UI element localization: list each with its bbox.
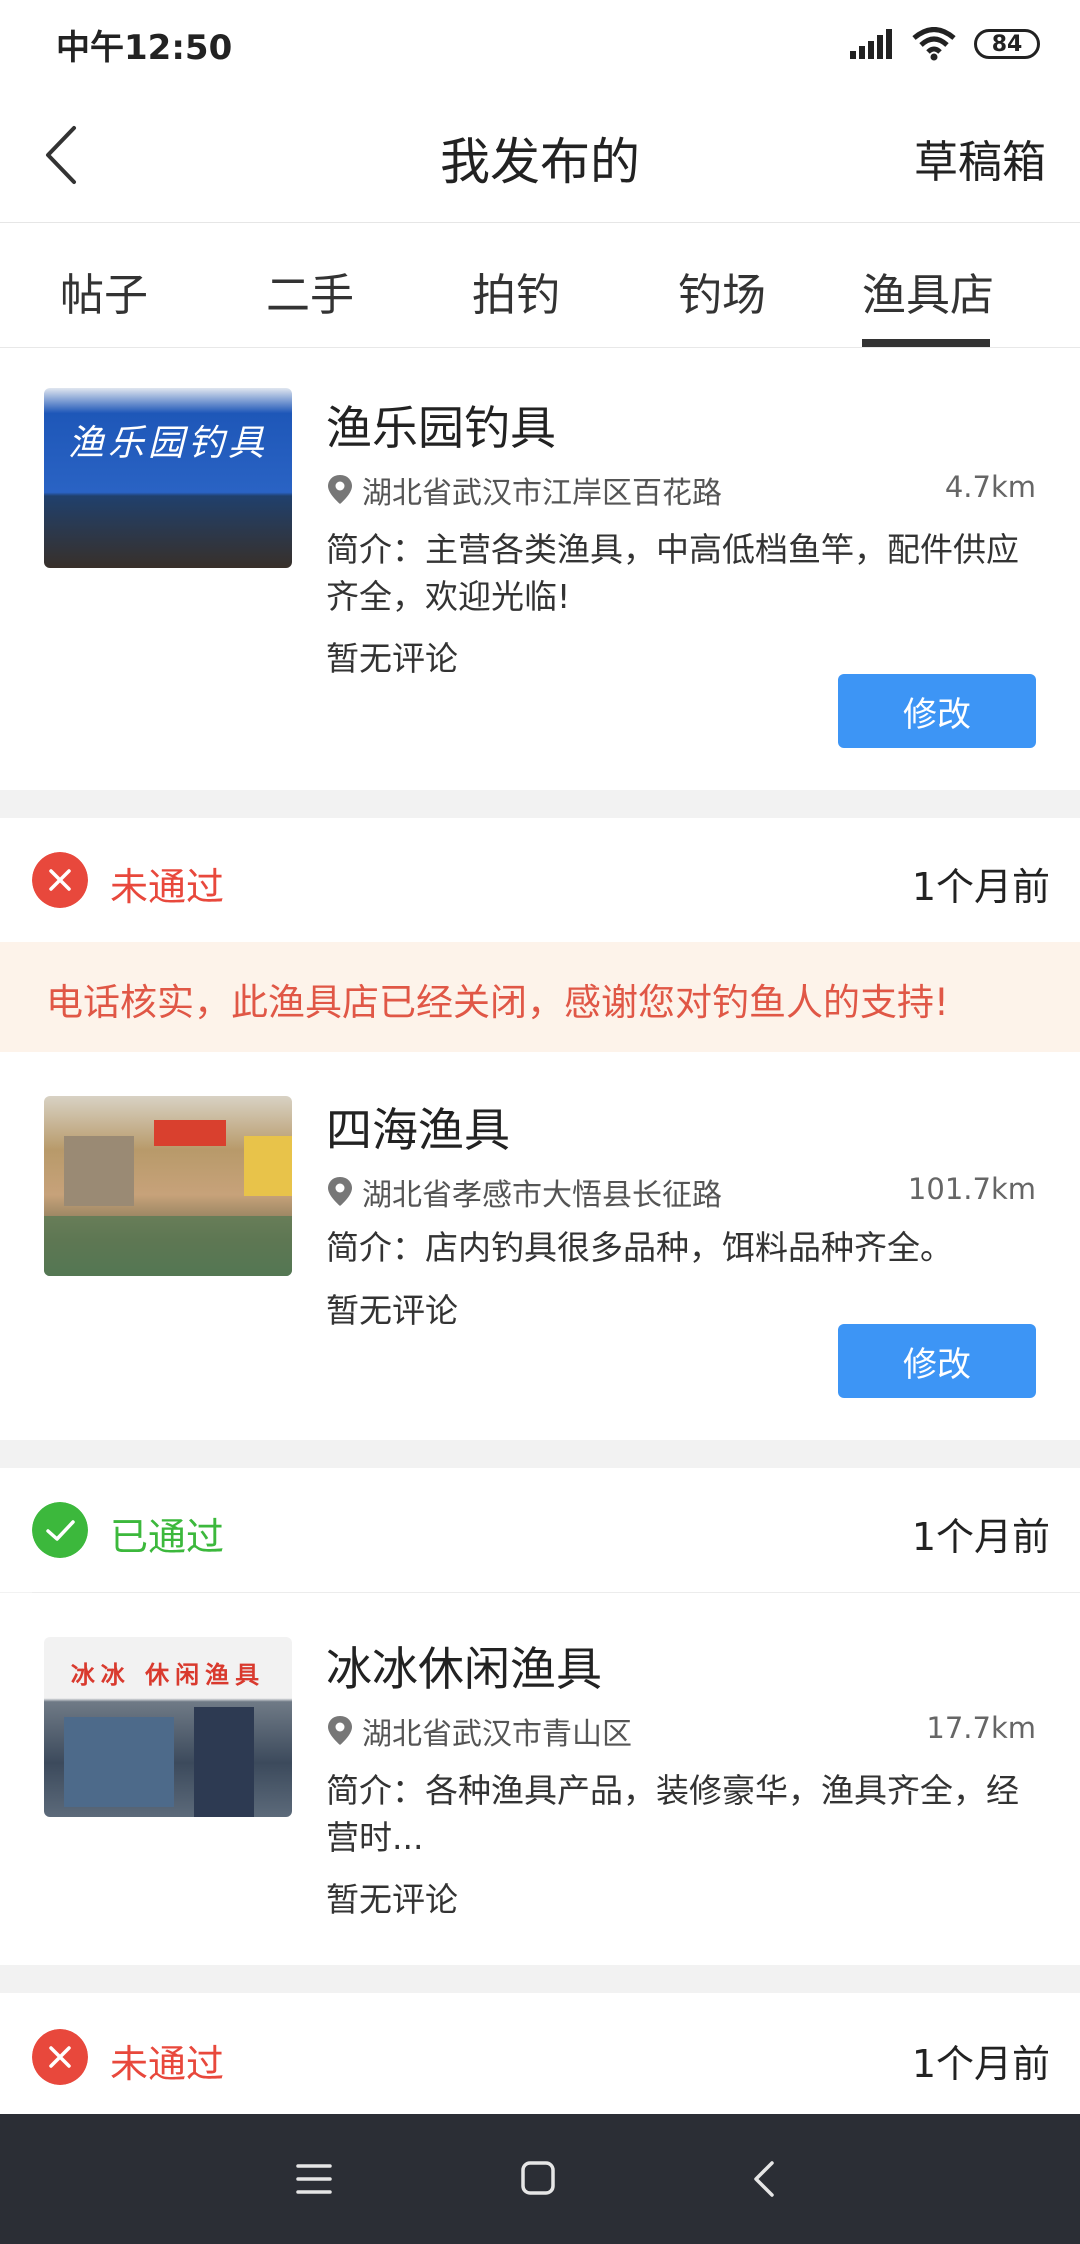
review-status-row: 未通过 1个月前 [0,1993,1080,2117]
battery-icon: 84 [974,29,1040,59]
tab-photo-fishing[interactable]: 拍钓 [472,259,560,323]
shop-intro: 简介：各种渔具产品，装修豪华，渔具齐全，经营时... [326,1771,1019,1857]
address-text: 湖北省孝感市大悟县长征路 [362,1178,722,1213]
active-tab-indicator [862,339,990,347]
status-icons: 84 [850,22,1040,66]
status-bar: 中午12:50 84 [0,0,1080,88]
tab-posts[interactable]: 帖子 [60,259,148,323]
status-text: 已通过 [110,1515,225,1559]
signal-icon [850,29,892,59]
shop-card[interactable]: 渔乐园钓具 渔乐园钓具 湖北省武汉市江岸区百花路 4.7km 简介：主营各类渔具… [0,348,1080,790]
time-ago: 1个月前 [911,2042,1050,2086]
shop-distance: 101.7km [907,1172,1036,1206]
shop-name: 四海渔具 [326,1103,510,1157]
shop-sign-text: 渔乐园钓具 [67,423,268,464]
status-text: 未通过 [110,2042,225,2086]
home-icon[interactable] [520,2160,556,2196]
shop-card[interactable]: 冰冰 休闲渔具 冰冰休闲渔具 湖北省武汉市青山区 17.7km 简介：各种渔具产… [0,1593,1080,1965]
shop-name: 渔乐园钓具 [326,401,556,455]
shop-distance: 4.7km [944,470,1036,504]
reject-notice: 电话核实，此渔具店已经关闭，感谢您对钓鱼人的支持! [0,942,1080,1052]
shop-intro: 简介：主营各类渔具，中高低档鱼竿，配件供应齐全，欢迎光临! [326,530,1019,616]
shop-sign-text: 冰冰 休闲渔具 [70,1661,266,1689]
shop-distance: 17.7km [926,1711,1036,1745]
location-pin-icon [328,475,352,504]
shop-intro: 简介：店内钓具很多品种，饵料品种齐全。 [326,1228,953,1267]
edit-button[interactable]: 修改 [838,674,1036,748]
approved-check-icon [32,1502,88,1558]
tab-secondhand[interactable]: 二手 [266,259,354,323]
shop-photo: 渔乐园钓具 [44,388,292,568]
review-status-row: 已通过 1个月前 [0,1468,1080,1592]
shop-photo: 冰冰 休闲渔具 [44,1637,292,1817]
status-text: 未通过 [110,865,225,909]
status-time: 中午12:50 [56,28,233,68]
shop-address: 湖北省武汉市江岸区百花路 [326,468,722,512]
nav-back-icon[interactable] [750,2160,780,2198]
shop-comments: 暂无评论 [326,1291,458,1330]
review-status-row: 未通过 1个月前 [0,818,1080,942]
shop-card[interactable]: 四海渔具 湖北省孝感市大悟县长征路 101.7km 简介：店内钓具很多品种，饵料… [0,1052,1080,1440]
shop-address: 湖北省孝感市大悟县长征路 [326,1170,722,1214]
shop-address: 湖北省武汉市青山区 [326,1709,632,1753]
notice-text: 电话核实，此渔具店已经关闭，感谢您对钓鱼人的支持! [46,981,949,1024]
system-nav-bar [0,2114,1080,2244]
location-pin-icon [328,1716,352,1745]
tab-tackle-shop[interactable]: 渔具店 [862,259,994,323]
wifi-icon [912,27,956,61]
tab-fishing-spot[interactable]: 钓场 [678,259,766,323]
edit-button[interactable]: 修改 [838,1324,1036,1398]
location-pin-icon [328,1177,352,1206]
shop-name: 冰冰休闲渔具 [326,1642,602,1696]
drafts-button[interactable]: 草稿箱 [914,126,1046,190]
rejected-x-icon [32,2029,88,2085]
shop-comments: 暂无评论 [326,639,458,678]
time-ago: 1个月前 [911,1515,1050,1559]
tab-bar: 帖子 二手 拍钓 钓场 渔具店 [0,223,1080,348]
address-text: 湖北省武汉市江岸区百花路 [362,476,722,511]
shop-photo [44,1096,292,1276]
app-header: 我发布的 草稿箱 [0,88,1080,223]
time-ago: 1个月前 [911,865,1050,909]
address-text: 湖北省武汉市青山区 [362,1717,632,1752]
shop-comments: 暂无评论 [326,1880,458,1919]
rejected-x-icon [32,852,88,908]
menu-icon[interactable] [296,2162,332,2196]
